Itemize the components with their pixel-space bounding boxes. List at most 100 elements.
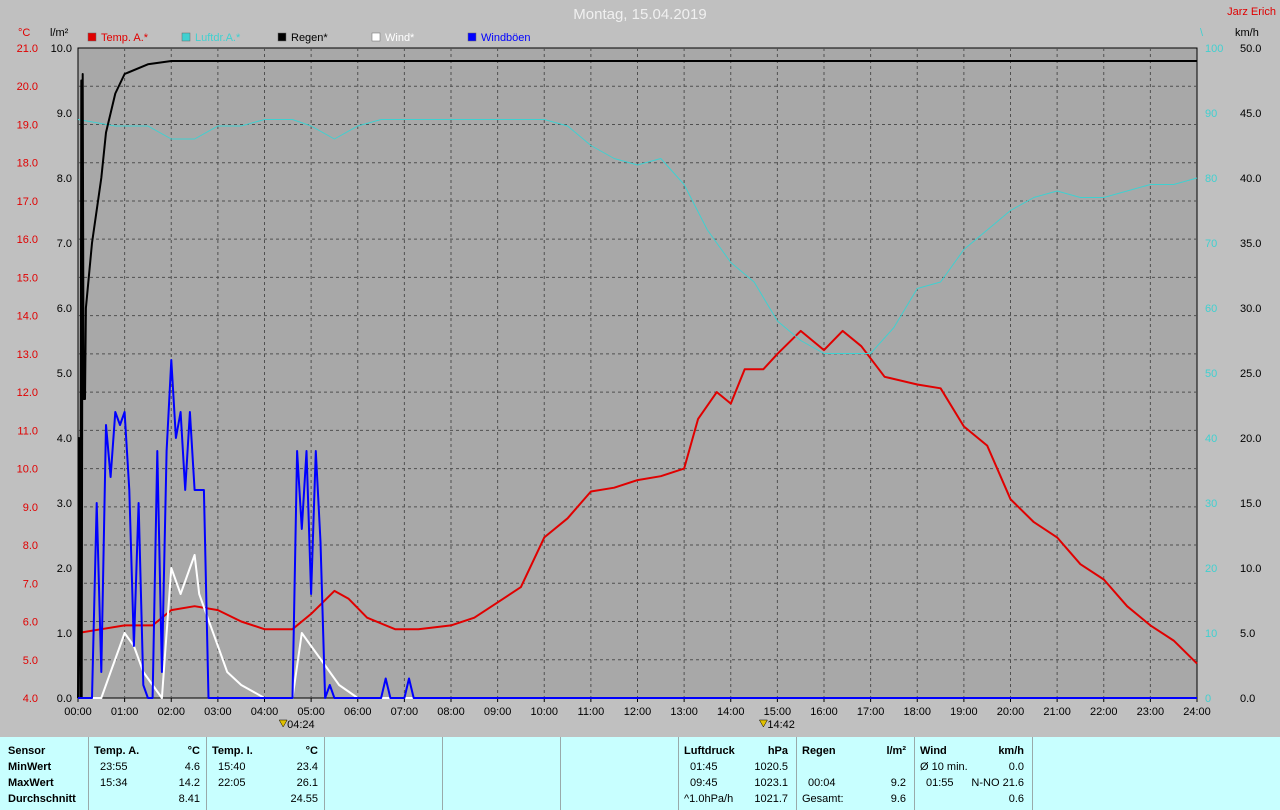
pressure-tick-label: 70 bbox=[1205, 238, 1217, 250]
temp-tick-label: 10.0 bbox=[17, 464, 38, 476]
temp-tick-label: 17.0 bbox=[17, 196, 38, 208]
wind-tick-label: 40.0 bbox=[1240, 173, 1261, 185]
temp-tick-label: 6.0 bbox=[23, 617, 38, 629]
rain-title: Regen bbox=[802, 745, 836, 757]
pressure-tick-label: 30 bbox=[1205, 498, 1217, 510]
temp-tick-label: 21.0 bbox=[17, 43, 38, 55]
pressure-min-val: 1020.5 bbox=[754, 761, 788, 773]
temp-tick-label: 20.0 bbox=[17, 81, 38, 93]
x-tick-label: 16:00 bbox=[810, 706, 838, 718]
station-name: Jarz Erich bbox=[1227, 6, 1276, 18]
sensor-title: Sensor bbox=[8, 745, 46, 757]
wind-tick-label: 0.0 bbox=[1240, 693, 1255, 705]
x-tick-label: 17:00 bbox=[857, 706, 885, 718]
wind-unit: km/h bbox=[998, 745, 1024, 757]
empty-column-2 bbox=[442, 737, 561, 810]
pressure-trend-label: ^1.0hPa/h bbox=[684, 793, 734, 805]
wind-avg-label: Ø 10 min. bbox=[920, 761, 968, 773]
pressure-min-time: 01:45 bbox=[690, 761, 718, 773]
temp-i-avg: 24.55 bbox=[290, 793, 318, 805]
pressure-tick-label: 80 bbox=[1205, 173, 1217, 185]
wind-column: Wind km/h Ø 10 min. 0.0 01:55 N-NO 21.6 … bbox=[914, 737, 1033, 810]
temp-a-max-val: 14.2 bbox=[178, 777, 200, 789]
pressure-title: Luftdruck bbox=[684, 745, 735, 757]
wind-axis-unit: km/h bbox=[1235, 27, 1259, 39]
temp-a-title: Temp. A. bbox=[94, 745, 140, 757]
wind-tick-label: 25.0 bbox=[1240, 368, 1261, 380]
legend-label: Windböen bbox=[481, 32, 531, 44]
temp-tick-label: 18.0 bbox=[17, 158, 38, 170]
pressure-tick-label: 20 bbox=[1205, 563, 1217, 575]
temp-i-min-time: 15:40 bbox=[218, 761, 246, 773]
temp-i-min-val: 23.4 bbox=[296, 761, 318, 773]
temp-tick-label: 16.0 bbox=[17, 234, 38, 246]
row-label-max: MaxWert bbox=[8, 777, 54, 789]
x-tick-label: 14:00 bbox=[717, 706, 745, 718]
wind-tick-label: 15.0 bbox=[1240, 498, 1261, 510]
rain-unit: l/m² bbox=[886, 745, 906, 757]
weather-chart: 00:00 01:00 02:00 03:00 04:00 05:00 06:00 07:00… bbox=[17, 27, 1262, 731]
x-tick-label: 00:00 bbox=[64, 706, 92, 718]
wind-tick-label: 20.0 bbox=[1240, 433, 1261, 445]
wind-avg-val: 0.0 bbox=[1008, 761, 1024, 773]
sun-marker-icon bbox=[758, 719, 768, 728]
x-tick-label: 08:00 bbox=[437, 706, 465, 718]
temp-tick-label: 4.0 bbox=[23, 693, 38, 705]
wind-tick-label: 45.0 bbox=[1240, 108, 1261, 120]
pressure-tick-label: 40 bbox=[1205, 433, 1217, 445]
legend-swatch bbox=[467, 32, 477, 42]
x-tick-label: 13:00 bbox=[670, 706, 698, 718]
pressure-unit: hPa bbox=[767, 745, 788, 757]
temp-a-avg: 8.41 bbox=[178, 793, 200, 805]
rain-tick-label: 9.0 bbox=[57, 108, 72, 120]
pressure-axis-unit: \ bbox=[1200, 27, 1204, 39]
pressure-tick-label: 60 bbox=[1205, 303, 1217, 315]
empty-column-1 bbox=[324, 737, 443, 810]
temp-a-unit: °C bbox=[187, 745, 200, 757]
x-tick-label: 10:00 bbox=[530, 706, 558, 718]
wind-tick-label: 35.0 bbox=[1240, 238, 1261, 250]
pressure-max-val: 1023.1 bbox=[754, 777, 788, 789]
wind-mean-val: 0.6 bbox=[1008, 793, 1024, 805]
x-tick-label: 06:00 bbox=[344, 706, 372, 718]
rain-tick-label: 3.0 bbox=[57, 498, 72, 510]
temp-tick-label: 11.0 bbox=[17, 425, 38, 437]
pressure-tick-label: 90 bbox=[1205, 108, 1217, 120]
x-tick-label: 18:00 bbox=[903, 706, 931, 718]
wind-max-val: N-NO 21.6 bbox=[971, 777, 1024, 789]
sun-marker-icon bbox=[278, 719, 288, 728]
row-label-min: MinWert bbox=[8, 761, 52, 773]
rain-tick-label: 7.0 bbox=[57, 238, 72, 250]
pressure-tick-label: 0 bbox=[1205, 693, 1211, 705]
wind-tick-label: 30.0 bbox=[1240, 303, 1261, 315]
x-tick-label: 22:00 bbox=[1090, 706, 1118, 718]
temp-tick-label: 19.0 bbox=[17, 119, 38, 131]
temp-a-min-val: 4.6 bbox=[184, 761, 200, 773]
x-tick-label: 23:00 bbox=[1137, 706, 1165, 718]
temp-tick-label: 7.0 bbox=[23, 578, 38, 590]
sun-marker-label: 14:42 bbox=[767, 719, 795, 731]
rain-tick-label: 6.0 bbox=[57, 303, 72, 315]
rain-tick-label: 4.0 bbox=[57, 433, 72, 445]
temp-tick-label: 8.0 bbox=[23, 540, 38, 552]
legend-label: Temp. A.* bbox=[101, 32, 149, 44]
rain-tick-label: 10.0 bbox=[51, 43, 72, 55]
temp-axis-unit: °C bbox=[18, 27, 30, 39]
pressure-column: Luftdruck hPa 01:45 1020.5 09:45 1023.1 … bbox=[678, 737, 797, 810]
legend-label: Luftdr.A.* bbox=[195, 32, 241, 44]
x-tick-label: 09:00 bbox=[484, 706, 512, 718]
temp-tick-label: 5.0 bbox=[23, 655, 38, 667]
rain-tick-label: 8.0 bbox=[57, 173, 72, 185]
temp-i-unit: °C bbox=[305, 745, 318, 757]
x-tick-label: 19:00 bbox=[950, 706, 978, 718]
temp-tick-label: 14.0 bbox=[17, 311, 38, 323]
rain-tick-label: 0.0 bbox=[57, 693, 72, 705]
x-tick-label: 05:00 bbox=[297, 706, 325, 718]
info-panel: Sensor MinWert MaxWert Durchschnitt Temp… bbox=[0, 737, 1280, 810]
wind-tick-label: 50.0 bbox=[1240, 43, 1261, 55]
temp-i-title: Temp. I. bbox=[212, 745, 253, 757]
x-tick-label: 04:00 bbox=[251, 706, 279, 718]
temp-tick-label: 13.0 bbox=[17, 349, 38, 361]
rain-total-val: 9.6 bbox=[890, 793, 906, 805]
wind-title: Wind bbox=[920, 745, 947, 757]
